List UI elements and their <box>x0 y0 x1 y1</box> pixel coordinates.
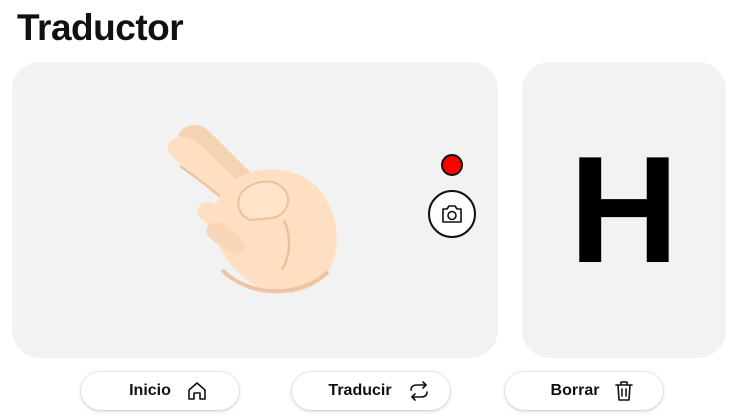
two-finger-hand-icon <box>167 124 337 294</box>
repeat-icon <box>409 381 428 401</box>
record-indicator <box>441 154 463 176</box>
capture-button[interactable] <box>428 190 476 238</box>
inicio-button[interactable]: Inicio <box>81 372 239 410</box>
page-title: Traductor <box>17 7 184 48</box>
traducir-button-label: Traducir <box>328 382 392 399</box>
home-icon <box>188 382 206 400</box>
trash-icon <box>615 381 634 401</box>
translated-letter: H <box>569 125 679 295</box>
borrar-button-label: Borrar <box>550 382 600 399</box>
borrar-button[interactable]: Borrar <box>505 372 663 410</box>
traducir-button[interactable]: Traducir <box>292 372 450 410</box>
inicio-button-label: Inicio <box>129 382 171 399</box>
camera-icon <box>442 205 462 223</box>
